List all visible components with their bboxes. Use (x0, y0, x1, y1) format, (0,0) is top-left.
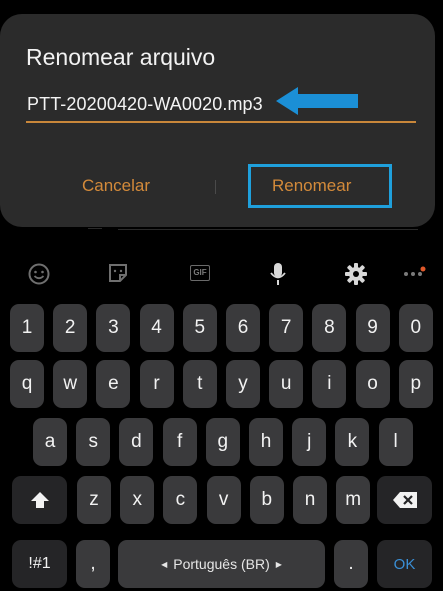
key-9[interactable]: 9 (355, 304, 390, 352)
comma-key[interactable]: , (76, 540, 110, 588)
key-8[interactable]: 8 (312, 304, 347, 352)
key-h[interactable]: h (249, 418, 283, 466)
key-k[interactable]: k (335, 418, 370, 466)
backspace-icon (392, 492, 417, 508)
rename-button[interactable]: Renomear (272, 176, 351, 196)
key-e[interactable]: e (96, 360, 131, 408)
key-g[interactable]: g (205, 418, 240, 466)
key-0[interactable]: 0 (398, 304, 433, 352)
key-t[interactable]: t (182, 360, 217, 408)
key-5[interactable]: 5 (182, 304, 217, 352)
button-divider (215, 180, 216, 194)
key-6[interactable]: 6 (226, 304, 260, 352)
key-i[interactable]: i (312, 360, 347, 408)
keyboard-toolbar (0, 255, 443, 295)
key-1[interactable]: 1 (10, 304, 44, 352)
caret-left-icon: ◀ (161, 559, 168, 569)
key-v[interactable]: v (206, 476, 241, 524)
key-q[interactable]: q (10, 360, 44, 408)
key-c[interactable]: c (163, 476, 198, 524)
key-a[interactable]: a (33, 418, 67, 466)
key-x[interactable]: x (120, 476, 155, 524)
key-3[interactable]: 3 (96, 304, 131, 352)
key-4[interactable]: 4 (139, 304, 174, 352)
rename-dialog: Renomear arquivo PTT-20200420-WA0020.mp3… (0, 14, 435, 227)
more-options-icon[interactable] (403, 266, 427, 280)
backspace-key[interactable] (377, 476, 432, 524)
key-u[interactable]: u (269, 360, 304, 408)
background-app-remnant (88, 226, 418, 232)
key-7[interactable]: 7 (269, 304, 304, 352)
space-language-label: Português (BR) (173, 556, 270, 572)
key-b[interactable]: b (249, 476, 284, 524)
ok-key[interactable]: OK (377, 540, 432, 588)
sticker-icon[interactable] (107, 262, 129, 284)
key-d[interactable]: d (119, 418, 154, 466)
key-2[interactable]: 2 (53, 304, 88, 352)
key-l[interactable]: l (378, 418, 413, 466)
shift-arrow-icon (30, 492, 49, 508)
settings-gear-icon[interactable] (345, 263, 367, 285)
gif-icon[interactable]: GIF (190, 265, 210, 281)
key-j[interactable]: j (292, 418, 327, 466)
emoji-icon[interactable] (28, 263, 50, 285)
key-r[interactable]: r (139, 360, 174, 408)
key-p[interactable]: p (398, 360, 433, 408)
period-key[interactable]: . (334, 540, 368, 588)
microphone-icon[interactable] (269, 262, 287, 286)
key-o[interactable]: o (355, 360, 390, 408)
dialog-title: Renomear arquivo (26, 44, 216, 70)
filename-input[interactable]: PTT-20200420-WA0020.mp3 (27, 94, 263, 115)
space-key[interactable]: ◀ Português (BR) ▶ (118, 540, 325, 588)
key-w[interactable]: w (53, 360, 88, 408)
input-underline (26, 121, 416, 123)
caret-right-icon: ▶ (275, 559, 282, 569)
key-z[interactable]: z (77, 476, 111, 524)
key-f[interactable]: f (162, 418, 197, 466)
shift-key[interactable] (12, 476, 67, 524)
symbols-key[interactable]: !#1 (12, 540, 67, 588)
arrow-pointer-icon (276, 87, 358, 115)
key-y[interactable]: y (226, 360, 260, 408)
key-s[interactable]: s (76, 418, 111, 466)
key-m[interactable]: m (336, 476, 371, 524)
key-n[interactable]: n (293, 476, 327, 524)
cancel-button[interactable]: Cancelar (82, 176, 150, 196)
